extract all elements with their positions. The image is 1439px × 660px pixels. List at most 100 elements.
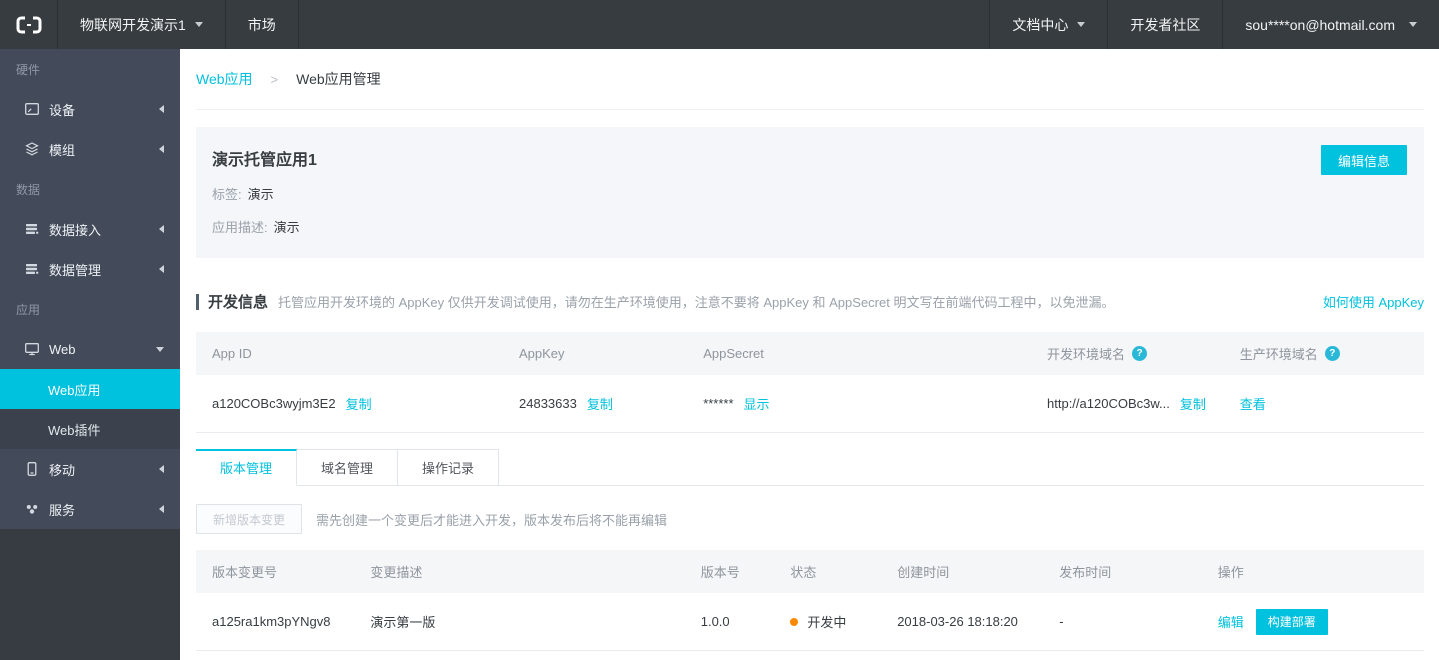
sidebar-item-label: 移动 [49,462,76,478]
description-cell: 演示第一版 [370,615,436,630]
operations-cell: 编辑 构建部署 [1202,593,1424,650]
app-id-cell: a120COBc3wyjm3E2 复制 [196,375,503,432]
chevron-left-icon [159,105,164,113]
breadcrumb-link-web-app[interactable]: Web应用 [196,69,253,89]
tab-operation-log[interactable]: 操作记录 [398,449,500,485]
edit-info-button[interactable]: 编辑信息 [1320,145,1407,175]
sidebar-item-label: 数据管理 [49,262,102,278]
sidebar-item-device[interactable]: 设备 [0,89,180,129]
monitor-icon [24,341,40,357]
appkey-cell: 24833633 复制 [503,375,687,432]
chevron-left-icon [159,265,164,273]
smartphone-icon [24,461,40,477]
sidebar: 硬件 设备 模组 数据 数据接入 数据管理 应用 Web Web应用 Web插件… [0,49,180,660]
market-menu[interactable]: 市场 [226,0,298,49]
developer-community-label: 开发者社区 [1130,16,1201,33]
appsecret-masked-value: ****** [703,396,734,411]
tab-bar: 版本管理 域名管理 操作记录 [196,449,1424,486]
sidebar-item-service[interactable]: 服务 [0,489,180,529]
col-header-dev-domain: 开发环境域名 ? [1031,332,1224,375]
app-desc-label: 应用描述: [212,220,268,235]
prod-domain-cell: 查看 [1224,375,1424,432]
dev-domain-value: http://a120COBc3w... [1047,396,1170,411]
version-hint-text: 需先创建一个变更后才能进入开发，版本发布后将不能再编辑 [316,512,668,528]
database-icon [24,221,40,237]
app-desc-row: 应用描述: 演示 [212,217,1404,236]
doc-center-label: 文档中心 [1012,16,1069,33]
layers-icon [24,141,40,157]
copy-app-id-link[interactable]: 复制 [346,394,372,413]
project-switcher[interactable]: 物联网开发演示1 [58,0,225,49]
table-header-row: 版本变更号 变更描述 版本号 状态 创建时间 发布时间 操作 [196,550,1424,593]
col-header-app-id: App ID [212,346,252,361]
col-header-appkey: AppKey [519,346,565,361]
tab-domain-manage[interactable]: 域名管理 [297,449,399,485]
sidebar-subitem-web-plugin[interactable]: Web插件 [0,409,180,449]
status-badge: 开发中 [807,615,847,630]
edit-version-link[interactable]: 编辑 [1218,612,1244,631]
breadcrumb-current: Web应用管理 [296,71,381,87]
developer-community-menu[interactable]: 开发者社区 [1108,0,1222,49]
account-email: sou****on@hotmail.com [1245,16,1395,33]
col-header-created: 创建时间 [897,565,950,580]
section-bar [196,293,199,310]
app-tag-row: 标签: 演示 [212,184,1404,203]
col-header-status: 状态 [790,565,817,580]
add-version-change-button[interactable]: 新增版本变更 [196,504,303,534]
help-question-icon[interactable]: ? [1132,346,1148,361]
chevron-down-icon [194,22,203,27]
col-header-label: 开发环境域名 [1047,347,1126,362]
copy-dev-domain-link[interactable]: 复制 [1180,394,1206,413]
sidebar-section-app: 应用 [0,289,180,329]
breadcrumb-separator: > [270,71,279,87]
appkey-value: 24833633 [519,396,577,411]
market-menu-label: 市场 [247,16,276,33]
col-header-prod-domain: 生产环境域名 ? [1224,332,1424,375]
doc-center-menu[interactable]: 文档中心 [990,0,1107,49]
sidebar-item-mobile[interactable]: 移动 [0,449,180,489]
status-dot-icon [790,617,799,626]
sidebar-item-web[interactable]: Web [0,329,180,369]
database-icon [24,261,40,277]
brackets-logo-icon [16,16,42,34]
chevron-left-icon [159,145,164,153]
view-prod-domain-link[interactable]: 查看 [1240,394,1266,413]
col-header-published: 发布时间 [1059,565,1112,580]
topbar: 物联网开发演示1 市场 文档中心 开发者社区 sou****on@hotmail… [0,0,1439,49]
appsecret-cell: ****** 显示 [687,375,1031,432]
sidebar-section-label: 硬件 [16,62,41,77]
brand-logo[interactable] [0,0,57,49]
created-at-cell: 2018-03-26 18:18:20 [897,614,1018,629]
app-title: 演示托管应用1 [212,152,317,169]
sidebar-item-label: 数据接入 [49,222,102,238]
copy-appkey-link[interactable]: 复制 [587,394,613,413]
app-tag-label: 标签: [212,187,242,202]
app-id-value: a120COBc3wyjm3E2 [212,396,336,411]
build-deploy-button[interactable]: 构建部署 [1255,608,1328,635]
sidebar-item-data-access[interactable]: 数据接入 [0,209,180,249]
table-header-row: App ID AppKey AppSecret 开发环境域名 ? 生产环境域名 … [196,332,1424,375]
version-toolbar: 新增版本变更 需先创建一个变更后才能进入开发，版本发布后将不能再编辑 [196,504,1424,534]
tab-version-manage[interactable]: 版本管理 [196,449,298,486]
col-header-description: 变更描述 [370,565,423,580]
help-question-icon[interactable]: ? [1324,346,1340,361]
account-menu[interactable]: sou****on@hotmail.com [1223,0,1439,49]
sidebar-item-label: 设备 [49,102,76,118]
dev-info-description: 托管应用开发环境的 AppKey 仅供开发调试使用，请勿在生产环境使用，注意不要… [278,295,1115,310]
sidebar-item-data-manage[interactable]: 数据管理 [0,249,180,289]
app-tag-value: 演示 [247,187,274,202]
main-content: Web应用 > Web应用管理 演示托管应用1 标签: 演示 应用描述: 演示 编辑… [180,49,1439,660]
sidebar-item-label: Web [49,341,76,357]
published-at-cell: - [1059,614,1064,629]
breadcrumb: Web应用 > Web应用管理 [196,49,1424,110]
sidebar-item-module[interactable]: 模组 [0,129,180,169]
sidebar-subitem-web-app[interactable]: Web应用 [0,369,180,409]
change-id-cell: a125ra1km3pYNgv8 [212,614,331,629]
chevron-down-icon [1077,22,1086,27]
show-appsecret-link[interactable]: 显示 [744,394,770,413]
chevron-left-icon [159,465,164,473]
status-cell: 开发中 [774,593,881,650]
appkey-help-link[interactable]: 如何使用 AppKey [1323,292,1424,311]
table-row: a125ra1km3pYNgv8 演示第一版 1.0.0 开发中 2018-03… [196,593,1424,651]
